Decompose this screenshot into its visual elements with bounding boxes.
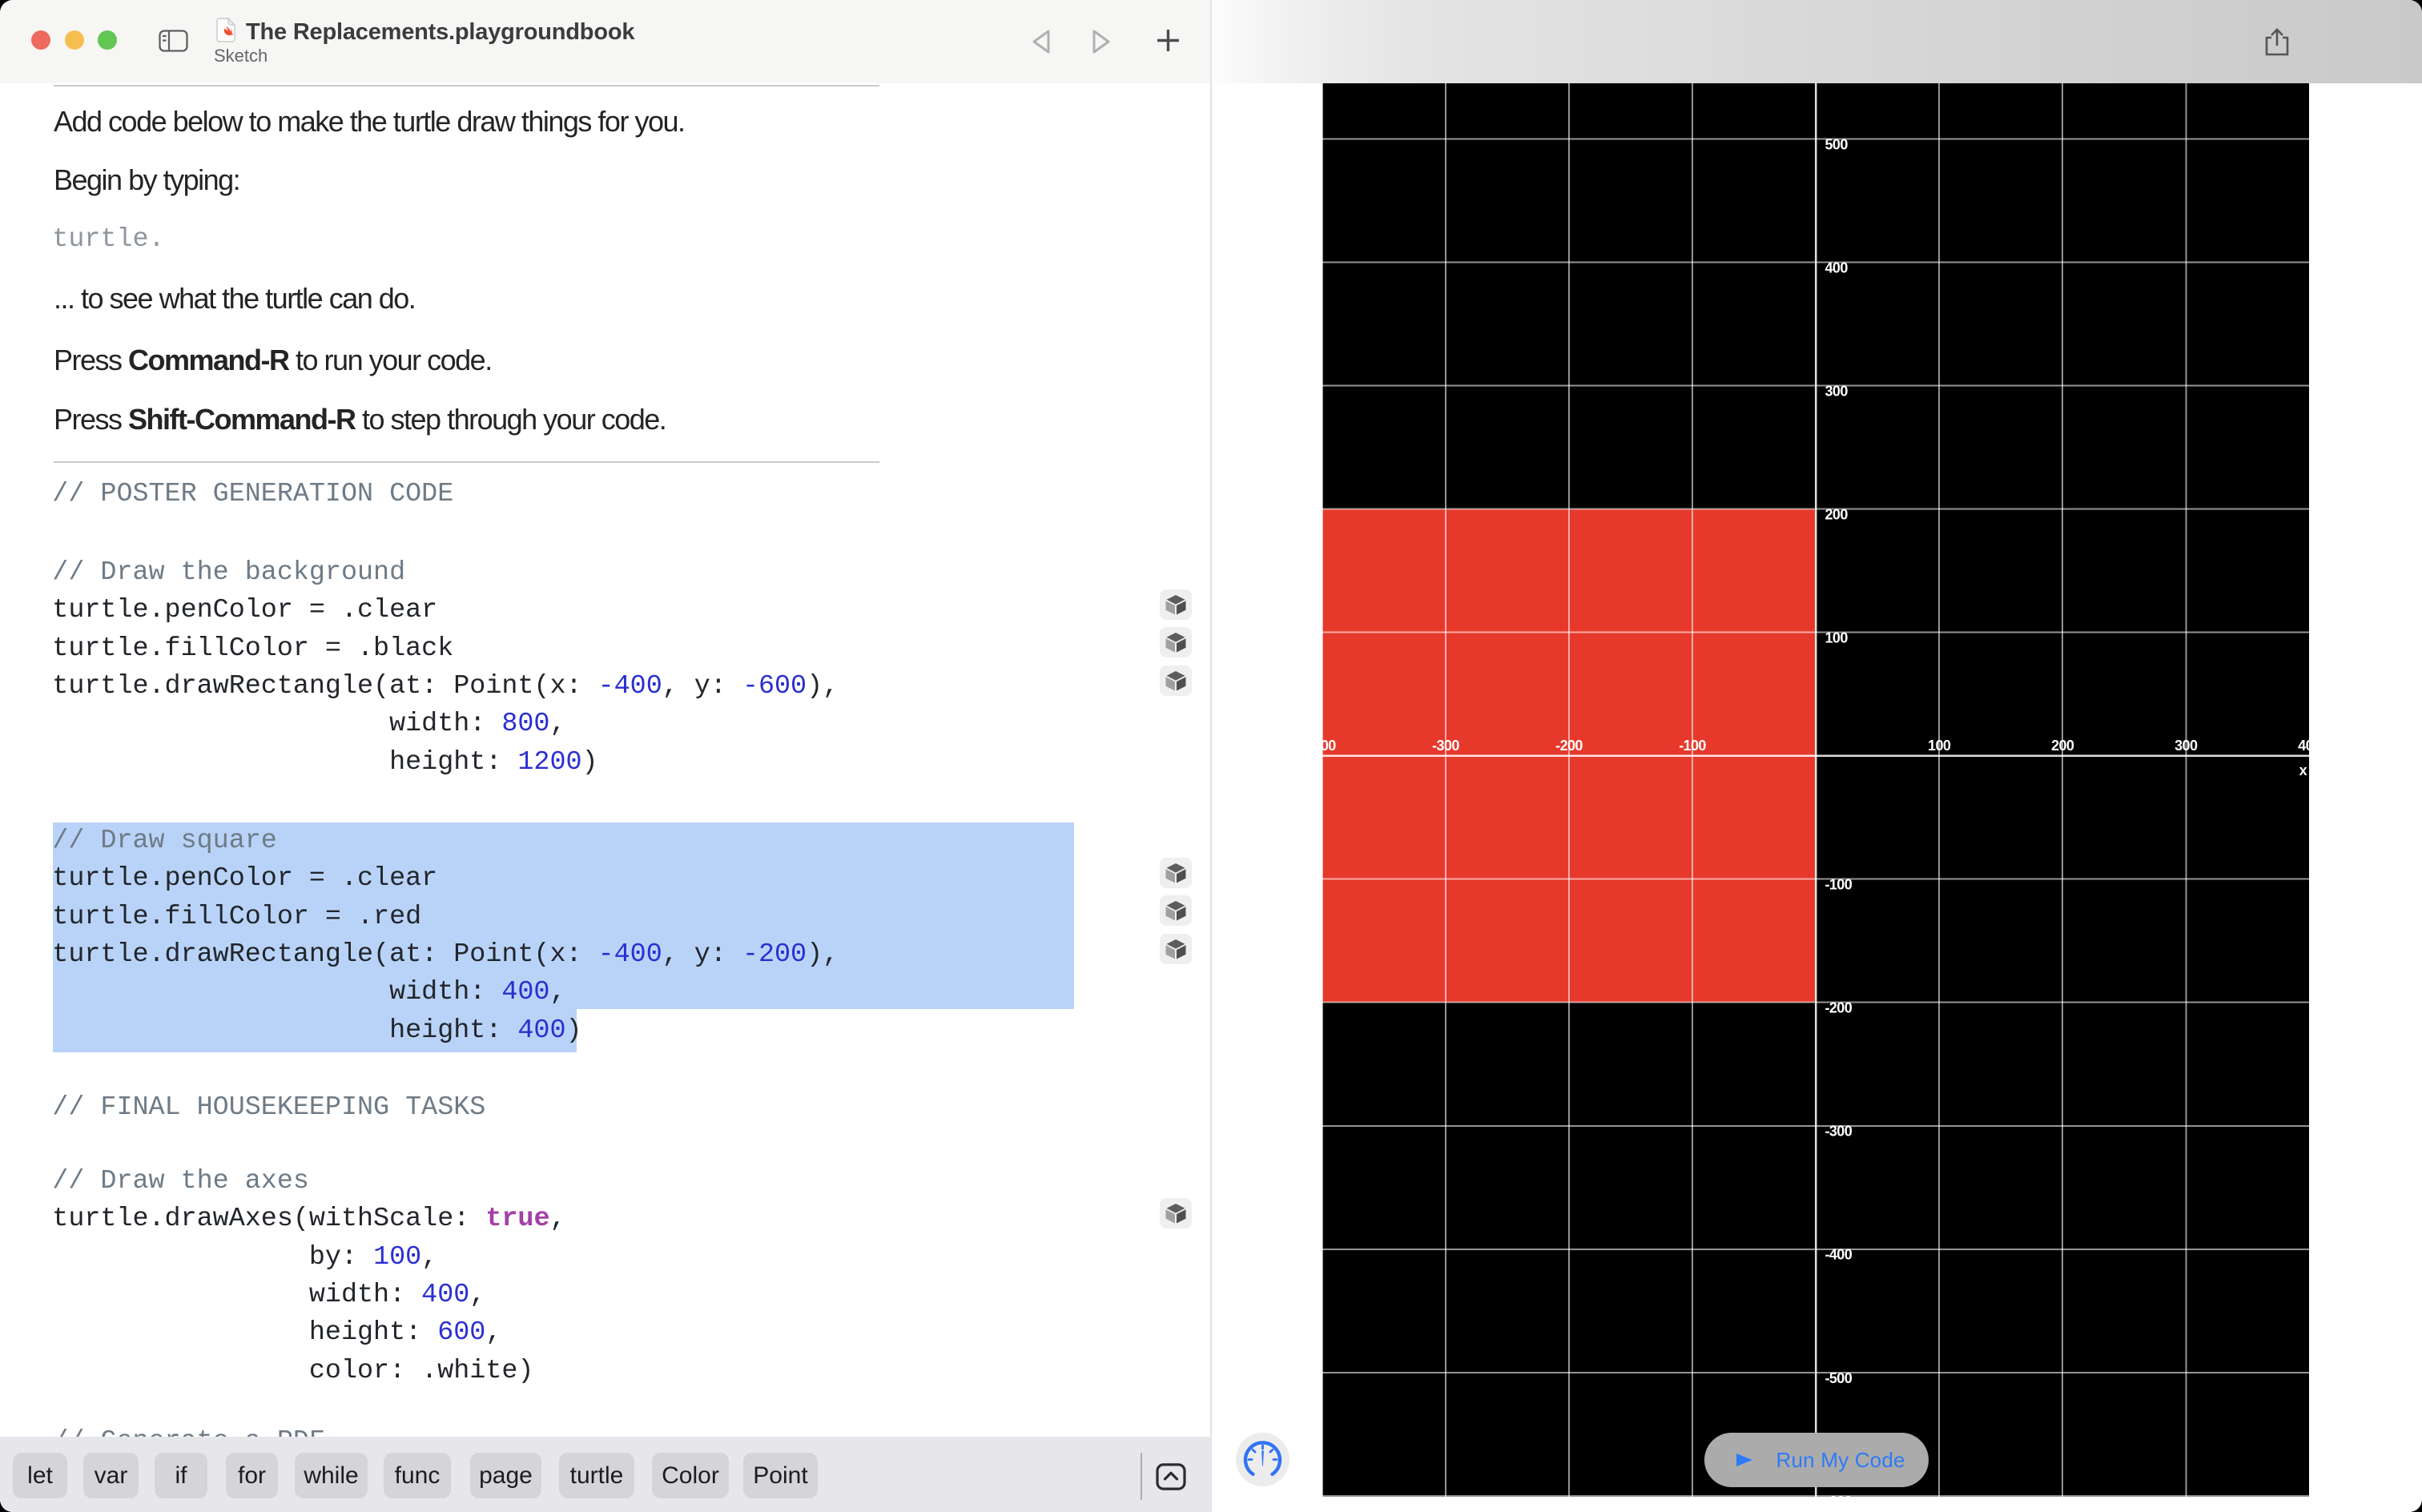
svg-text:x: x xyxy=(2299,762,2307,778)
svg-text:400: 400 xyxy=(1825,259,1849,275)
svg-text:-200: -200 xyxy=(1555,738,1583,754)
svg-text:200: 200 xyxy=(1825,506,1849,522)
svg-text:-400: -400 xyxy=(1322,738,1336,754)
svg-text:100: 100 xyxy=(1825,629,1849,645)
svg-text:-400: -400 xyxy=(1825,1247,1853,1263)
svg-text:400: 400 xyxy=(2298,738,2309,754)
svg-text:300: 300 xyxy=(1825,383,1849,399)
svg-text:-300: -300 xyxy=(1432,738,1459,754)
svg-text:-600: -600 xyxy=(1825,1494,1853,1497)
svg-text:-300: -300 xyxy=(1825,1124,1853,1140)
svg-text:100: 100 xyxy=(1928,738,1951,754)
svg-text:-100: -100 xyxy=(1679,738,1706,754)
svg-text:200: 200 xyxy=(2051,738,2074,754)
svg-text:-500: -500 xyxy=(1825,1370,1853,1386)
svg-text:-200: -200 xyxy=(1825,1000,1853,1016)
svg-text:-100: -100 xyxy=(1825,877,1853,893)
svg-text:500: 500 xyxy=(1825,136,1849,152)
svg-text:300: 300 xyxy=(2175,738,2198,754)
